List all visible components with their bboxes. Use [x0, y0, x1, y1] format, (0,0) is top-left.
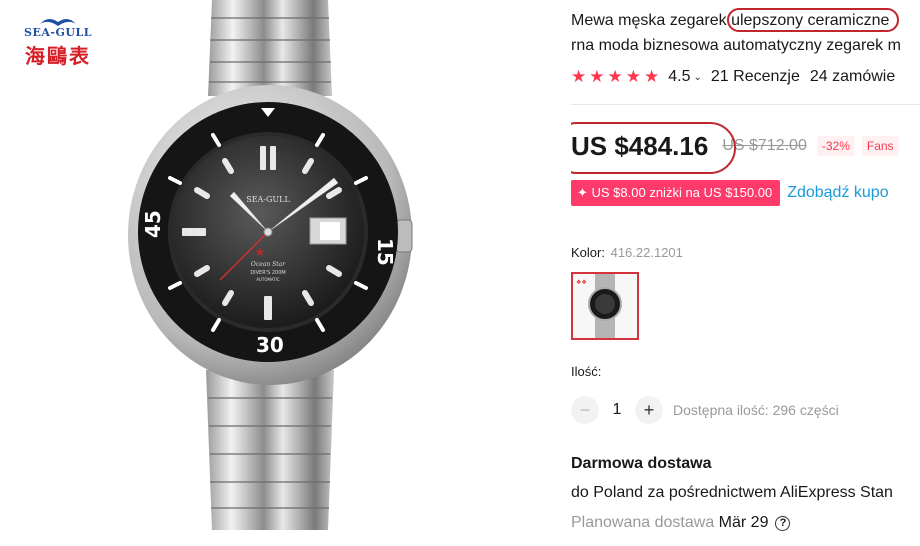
coupon-row: ✦ US $8.00 zniżki na US $150.00 Zdobądź … — [571, 180, 889, 206]
quantity-label: Ilość: — [571, 364, 602, 379]
star-icon: ★ — [625, 67, 641, 86]
star-icon: ★ — [255, 245, 266, 259]
dial-model-text: Ocean Star — [251, 261, 286, 268]
bezel-30-label: 30 — [256, 333, 284, 357]
color-label: Kolor: — [571, 245, 605, 260]
delivery-date: Mär 29 — [718, 514, 769, 531]
annotation-circle — [571, 121, 736, 174]
brand-logo: SEA-GULL 海鷗表 — [6, 14, 110, 69]
divider — [571, 104, 920, 105]
chevron-down-icon[interactable]: ⌄ — [694, 72, 702, 83]
dial-brand-text: SEA-GULL — [246, 195, 290, 204]
stock-available: Dostępna ilość: 296 części — [673, 402, 839, 418]
shipping-method: do Poland za pośrednictwem AliExpress St… — [571, 484, 893, 501]
watch-thumbnail-icon: ❖❖ — [576, 274, 622, 338]
variant-thumbnail[interactable]: ❖❖ — [571, 272, 639, 340]
brand-logo-chinese: 海鷗表 — [25, 44, 91, 68]
reviews-link[interactable]: 21 Recenzje — [711, 68, 800, 86]
delivery-label: Planowana dostawa — [571, 514, 715, 531]
orders-count: 24 zamówie — [809, 68, 896, 85]
watch-image: 45 15 30 SEA-GULL ★ Ocean Star DIVER'S 2… — [128, 0, 413, 530]
product-title-start: Mewa męska zegarek — [571, 12, 732, 29]
price-row: US $484.16 US $712.00 -32% Fans — [571, 121, 899, 174]
product-info-panel: Mewa męska zegarek ulepszony ceramiczne … — [571, 0, 920, 546]
brand-logo-text: SEA-GULL — [24, 26, 92, 39]
star-icon: ★ — [607, 67, 623, 86]
rating-value[interactable]: 4.5 — [668, 68, 690, 86]
bezel-15-label: 15 — [373, 238, 397, 266]
color-value: 416.22.1201 — [610, 245, 683, 260]
star-icon: ★ — [644, 67, 660, 86]
product-title[interactable]: Mewa męska zegarek ulepszony ceramiczne … — [571, 8, 920, 58]
star-icon: ★ — [589, 67, 605, 86]
rating-row: ★ ★ ★ ★ ★ 4.5 ⌄ 21 Recenzje 24 zamówie — [571, 66, 895, 88]
get-coupon-link[interactable]: Zdobądź kupo — [787, 184, 888, 202]
color-row: Kolor: 416.22.1201 — [571, 245, 683, 260]
quantity-minus-button[interactable]: − — [571, 396, 599, 424]
product-title-line2: rna moda biznesowa automatyczny zegarek … — [571, 37, 901, 54]
quantity-stepper: − 1 + Dostępna ilość: 296 części — [571, 396, 839, 424]
fans-badge[interactable]: Fans — [861, 136, 899, 156]
help-icon[interactable]: ? — [775, 515, 791, 531]
coupon-badge[interactable]: ✦ US $8.00 zniżki na US $150.00 — [571, 180, 781, 206]
svg-text:❖❖: ❖❖ — [576, 280, 587, 286]
dial-depth-text: DIVER'S 200M — [250, 270, 285, 276]
delivery-estimate: Planowana dostawa Mär 29 ? — [571, 514, 791, 532]
product-title-highlight: ulepszony ceramiczne — [731, 12, 890, 29]
sparkle-icon: ✦ — [577, 185, 592, 200]
quantity-plus-button[interactable]: + — [635, 396, 663, 424]
quantity-input[interactable]: 1 — [599, 401, 635, 419]
current-price: US $484.16 — [571, 121, 736, 174]
product-gallery: SEA-GULL 海鷗表 45 15 30 SEA-GULL ★ Ocean S… — [0, 0, 560, 546]
shipping-title: Darmowa dostawa — [571, 455, 712, 472]
bezel-45-label: 45 — [141, 210, 165, 238]
star-icon: ★ — [571, 67, 587, 86]
dial-type-text: AUTOMATIC — [256, 277, 280, 282]
discount-badge: -32% — [816, 136, 855, 156]
